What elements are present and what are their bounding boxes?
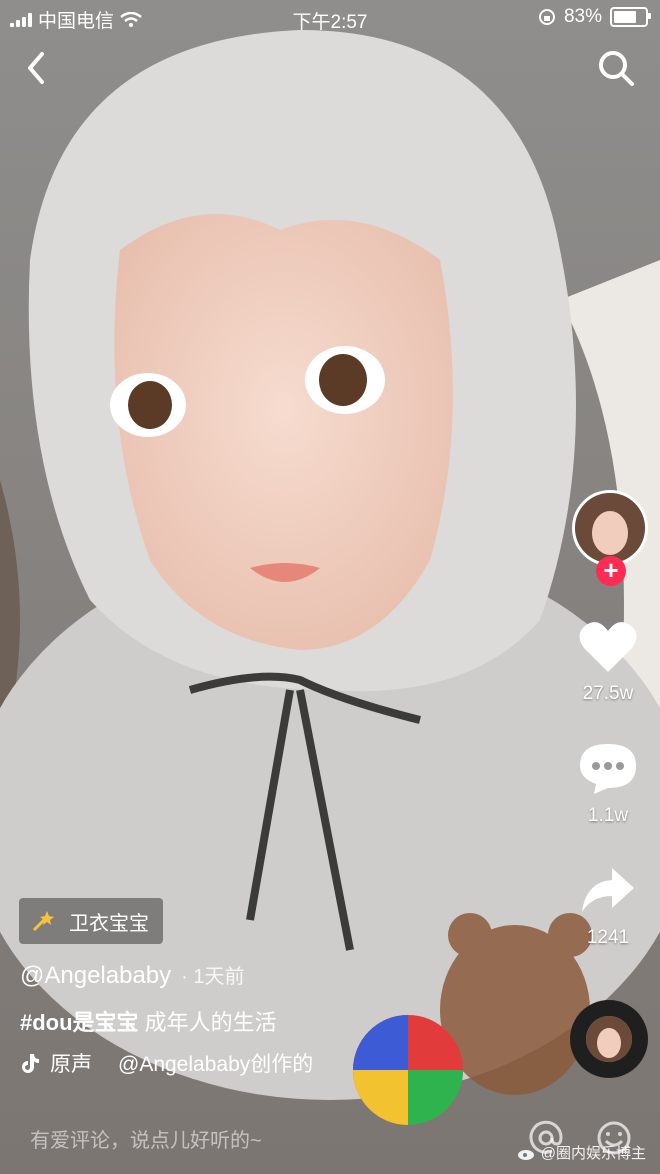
- watermark-text: @圈内娱乐博主: [540, 1145, 646, 1162]
- caption-text: 成年人的生活: [138, 1010, 277, 1035]
- comment-icon: [580, 744, 636, 794]
- like-button[interactable]: 27.5w: [568, 620, 648, 705]
- effect-tag[interactable]: 卫衣宝宝: [19, 898, 163, 944]
- search-icon: [599, 51, 634, 86]
- search-button[interactable]: [592, 44, 640, 92]
- battery-icon: [610, 7, 651, 27]
- comment-bar[interactable]: 有爱评论，说点儿好听的~: [0, 1106, 660, 1174]
- magic-wand-icon: [32, 911, 54, 932]
- avatar-image: [575, 493, 645, 563]
- share-button[interactable]: 1241: [568, 864, 648, 949]
- weibo-watermark: @圈内娱乐博主: [517, 1142, 646, 1163]
- disc-avatar: [586, 1016, 632, 1062]
- music-disc[interactable]: [570, 1000, 648, 1078]
- battery-percent: 83%: [563, 6, 602, 27]
- weibo-icon: [517, 1149, 534, 1160]
- caption: #dou是宝宝 成年人的生活: [20, 1005, 277, 1037]
- comment-button[interactable]: 1.1w: [568, 742, 648, 827]
- back-button[interactable]: [14, 44, 62, 92]
- status-bar: 中国电信 下午2:57 83%: [0, 0, 660, 36]
- disc-avatar-image: [586, 1016, 632, 1062]
- effect-tag-label: 卫衣宝宝: [69, 912, 149, 935]
- chevron-left-icon: [28, 52, 44, 84]
- status-right: 83%: [538, 6, 651, 28]
- rotation-lock-icon: [538, 9, 555, 25]
- share-icon: [582, 868, 634, 912]
- author-line: @Angelababy · 1天前: [20, 960, 244, 990]
- video-frame[interactable]: [0, 0, 660, 1174]
- post-time: · 1天前: [181, 966, 245, 988]
- caption-hashtag[interactable]: #dou是宝宝: [20, 1010, 139, 1035]
- like-count: 27.5w: [582, 683, 634, 704]
- music-original: 原声: [50, 1053, 92, 1076]
- comment-placeholder[interactable]: 有爱评论，说点儿好听的~: [30, 1124, 262, 1153]
- heart-icon: [579, 622, 637, 672]
- tiktok-note-icon: [22, 1054, 39, 1073]
- follow-button[interactable]: +: [596, 556, 626, 586]
- author-name[interactable]: @Angelababy: [20, 962, 171, 989]
- comment-count: 1.1w: [587, 805, 629, 826]
- music-line[interactable]: 原声 @Angelababy创作的: [20, 1048, 313, 1078]
- music-creator: @Angelababy创作的: [118, 1053, 314, 1076]
- share-count: 1241: [586, 927, 630, 948]
